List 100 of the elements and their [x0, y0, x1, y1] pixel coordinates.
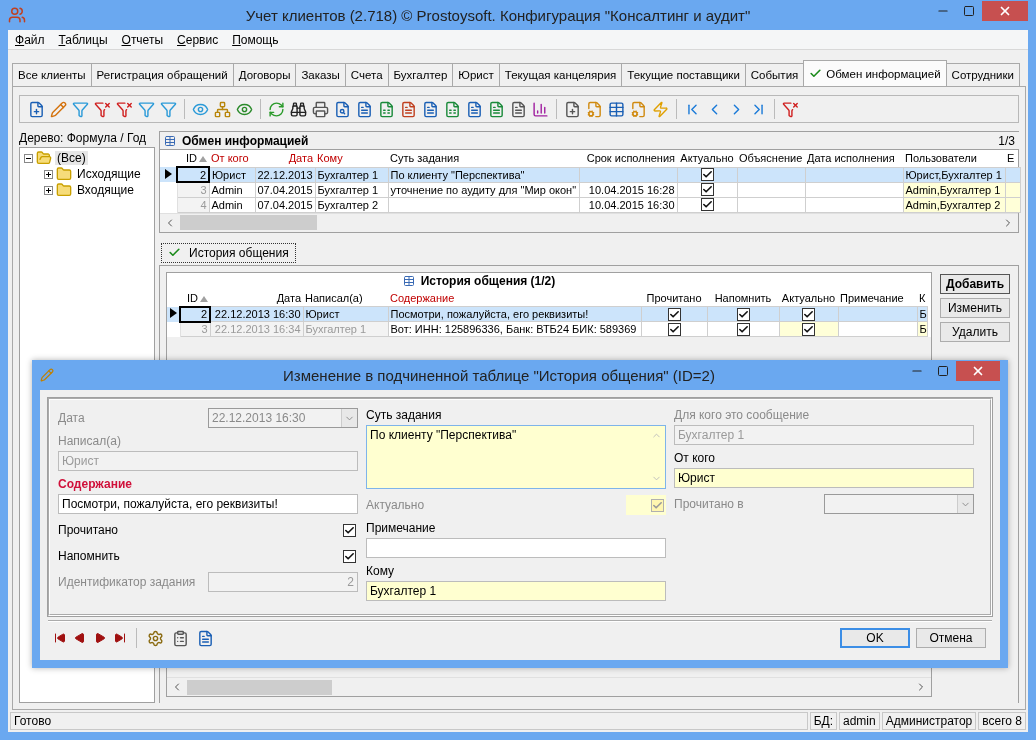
- document-icon[interactable]: [400, 100, 417, 118]
- column-header[interactable]: ID: [177, 150, 209, 167]
- checkbox[interactable]: [802, 307, 815, 321]
- filter-x-icon[interactable]: [782, 100, 799, 118]
- tree-item[interactable]: Входящие: [75, 183, 136, 197]
- input-field[interactable]: Юрист: [674, 468, 974, 488]
- column-header[interactable]: Дата исполнения: [805, 150, 903, 167]
- spreadsheet-icon[interactable]: [444, 100, 461, 118]
- menu-item[interactable]: Файл: [10, 32, 50, 47]
- last-record-icon[interactable]: [114, 632, 126, 644]
- document-icon[interactable]: [422, 100, 439, 118]
- tree-item[interactable]: Исходящие: [75, 167, 143, 181]
- horizontal-scrollbar[interactable]: [167, 677, 931, 696]
- checkbox[interactable]: [343, 523, 356, 537]
- column-header[interactable]: Напомнить: [707, 289, 779, 307]
- column-header[interactable]: Примечание: [838, 289, 917, 307]
- filter-x-icon[interactable]: [116, 100, 133, 118]
- column-header[interactable]: Кому: [315, 150, 388, 167]
- text-area[interactable]: По клиенту "Перспектива": [366, 425, 666, 489]
- maximize-icon[interactable]: [963, 5, 975, 17]
- checkbox[interactable]: [700, 168, 714, 182]
- clipboard-icon[interactable]: [172, 629, 189, 647]
- spreadsheet-icon[interactable]: [378, 100, 395, 118]
- action-button[interactable]: Изменить: [940, 297, 1010, 318]
- checkbox[interactable]: [802, 322, 815, 336]
- checkbox[interactable]: [736, 307, 750, 321]
- document-icon[interactable]: [356, 100, 373, 118]
- tree-item[interactable]: (Все): [55, 151, 88, 165]
- menu-item[interactable]: Сервис: [172, 32, 224, 47]
- first-record-icon[interactable]: [54, 632, 66, 644]
- document-icon[interactable]: [466, 100, 483, 118]
- pencil-icon[interactable]: [50, 100, 67, 118]
- bar-chart-icon[interactable]: [532, 100, 549, 118]
- column-header[interactable]: E: [1005, 150, 1020, 167]
- row-pointer-icon: [164, 168, 172, 179]
- checkbox[interactable]: [736, 322, 750, 336]
- column-header[interactable]: Пользователи: [903, 150, 1005, 167]
- column-header[interactable]: Дата: [255, 150, 315, 167]
- column-header[interactable]: От кого: [209, 150, 255, 167]
- column-header[interactable]: Актуально: [677, 150, 737, 167]
- table-row[interactable]: 2 Юрист 22.12.2013 Бухгалтер 1 По клиенту "Перспектива" Юрист,Бухгалтер 1: [160, 167, 1020, 182]
- action-button[interactable]: Добавить: [940, 273, 1010, 294]
- previous-record-icon[interactable]: [74, 632, 86, 644]
- checkbox[interactable]: [667, 307, 681, 321]
- expand-toggle[interactable]: [44, 169, 53, 179]
- dialog-button[interactable]: Отмена: [916, 628, 986, 648]
- close-button[interactable]: [982, 1, 1028, 21]
- menu-item[interactable]: Таблицы: [53, 32, 113, 47]
- file-plus-icon[interactable]: [564, 100, 581, 118]
- binoculars-icon[interactable]: [290, 100, 307, 118]
- action-button[interactable]: Удалить: [940, 321, 1010, 342]
- checkbox[interactable]: [667, 322, 681, 336]
- dialog-button[interactable]: OK: [840, 628, 910, 648]
- column-header[interactable]: Актуально: [779, 289, 838, 307]
- column-header[interactable]: Содержание: [388, 289, 641, 307]
- menu-item[interactable]: Помощь: [227, 32, 284, 47]
- column-header[interactable]: Прочитано: [641, 289, 707, 307]
- table-row[interactable]: 2 22.12.2013 16:30 Юрист Посмотри, пожалуйста, его реквизиты! Б: [167, 306, 927, 322]
- menu-item[interactable]: Отчеты: [116, 32, 169, 47]
- filter-icon[interactable]: [72, 100, 89, 118]
- filter-icon[interactable]: [138, 100, 155, 118]
- filter-x-icon[interactable]: [94, 100, 111, 118]
- input-field[interactable]: Посмотри, пожалуйста, его реквизиты!: [58, 494, 358, 514]
- document-icon[interactable]: [510, 100, 527, 118]
- field-label: Для кого это сообщение: [674, 408, 811, 422]
- tab[interactable]: История общения: [161, 242, 296, 263]
- column-header[interactable]: К: [917, 289, 927, 307]
- refresh-icon[interactable]: [268, 100, 285, 118]
- checkbox[interactable]: [700, 183, 714, 197]
- tab[interactable]: Сотрудники: [945, 63, 1020, 86]
- checkbox[interactable]: [700, 198, 714, 212]
- expand-toggle[interactable]: [44, 185, 53, 195]
- settings-icon[interactable]: [147, 629, 164, 647]
- column-header[interactable]: Написал(а): [303, 289, 388, 307]
- input-field[interactable]: [366, 538, 666, 558]
- column-header[interactable]: ID: [180, 289, 210, 307]
- column-header[interactable]: Объяснение: [737, 150, 805, 167]
- checkbox[interactable]: [343, 549, 356, 563]
- file-plus-icon[interactable]: [28, 100, 45, 118]
- table-cell: Юрист,Бухгалтер 1: [903, 167, 1005, 182]
- table-cell: Юрист: [209, 167, 255, 182]
- document-icon[interactable]: [197, 629, 214, 647]
- maximize-icon[interactable]: [937, 365, 949, 377]
- search-icon[interactable]: [334, 100, 351, 118]
- tab[interactable]: Обмен информацией: [803, 60, 947, 86]
- printer-icon[interactable]: [312, 100, 329, 118]
- filter-icon[interactable]: [160, 100, 177, 118]
- next-record-icon[interactable]: [94, 632, 106, 644]
- document-icon[interactable]: [488, 100, 505, 118]
- tab[interactable]: Все клиенты: [12, 63, 92, 86]
- column-header[interactable]: Дата: [210, 289, 303, 307]
- close-button[interactable]: [956, 361, 1000, 381]
- input-field[interactable]: Бухгалтер 1: [366, 581, 666, 601]
- column-header[interactable]: Срок исполнения: [579, 150, 677, 167]
- table-icon[interactable]: [608, 100, 625, 118]
- table-cell: 22.12.2013: [255, 167, 315, 182]
- expand-toggle[interactable]: [24, 153, 33, 163]
- horizontal-scrollbar[interactable]: [160, 212, 1018, 232]
- column-header[interactable]: Суть задания: [388, 150, 579, 167]
- tree-icon[interactable]: [214, 100, 231, 118]
